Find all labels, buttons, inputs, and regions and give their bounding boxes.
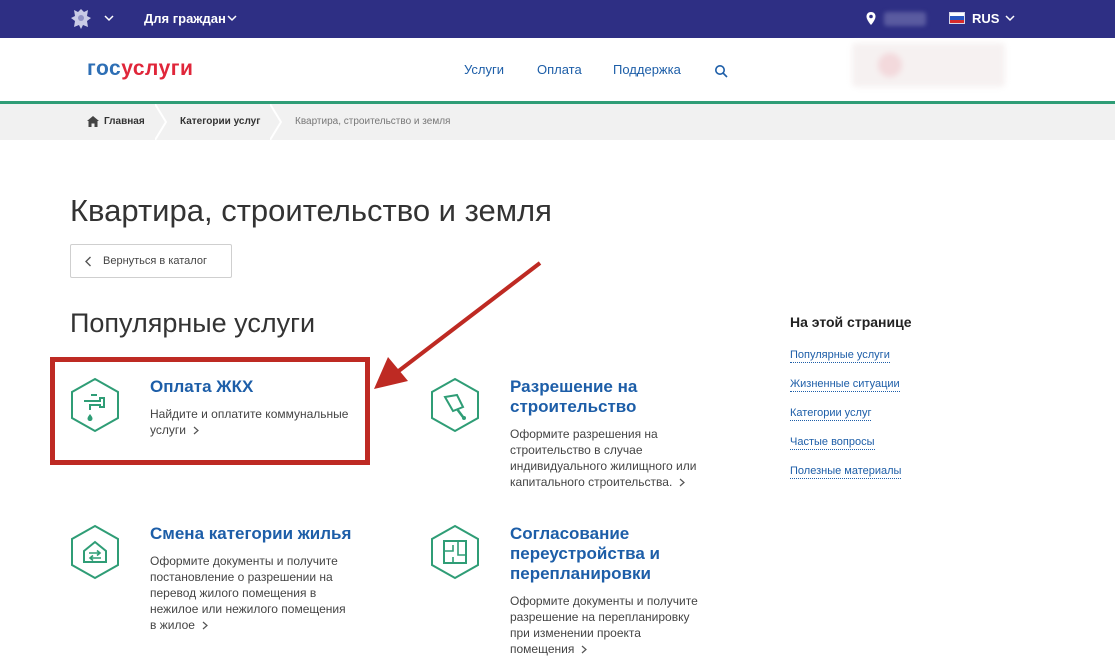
card-title[interactable]: Смена категории жилья bbox=[150, 524, 351, 544]
card-title[interactable]: Согласование переустройства и перепланир… bbox=[510, 524, 660, 584]
card-title-line: Согласование bbox=[510, 524, 630, 543]
sidebar-link-popular[interactable]: Популярные услуги bbox=[790, 349, 890, 363]
chevron-down-icon[interactable] bbox=[1004, 12, 1016, 24]
floor-plan-icon bbox=[431, 524, 479, 580]
nav-support[interactable]: Поддержка bbox=[613, 62, 681, 77]
card-desc-line: при изменении проекта bbox=[510, 626, 641, 640]
location-blurred[interactable] bbox=[884, 12, 926, 26]
nav-payment[interactable]: Оплата bbox=[537, 62, 582, 77]
logo-part-uslugi: услуги bbox=[121, 57, 194, 80]
breadcrumb-separator bbox=[270, 104, 282, 140]
russia-flag-icon bbox=[949, 12, 965, 24]
breadcrumb-categories[interactable]: Категории услуг bbox=[180, 116, 260, 127]
chevron-right-icon[interactable] bbox=[581, 645, 588, 654]
chevron-right-icon[interactable] bbox=[679, 478, 686, 487]
chevron-left-icon bbox=[85, 256, 91, 267]
card-desc-line: разрешение на перепланировку bbox=[510, 610, 690, 624]
card-description: Оформите разрешения на строительство в с… bbox=[510, 426, 696, 490]
card-desc-line: индивидуального жилищного или bbox=[510, 459, 697, 473]
breadcrumb-current: Квартира, строительство и земля bbox=[295, 116, 451, 127]
coat-of-arms-icon[interactable] bbox=[68, 6, 94, 32]
page-title: Квартира, строительство и земля bbox=[70, 193, 552, 228]
nav-services[interactable]: Услуги bbox=[464, 62, 504, 77]
house-exchange-icon bbox=[71, 524, 119, 580]
sidebar-link-faq[interactable]: Частые вопросы bbox=[790, 436, 875, 450]
card-desc-line: помещения bbox=[510, 642, 575, 656]
breadcrumb: Главная Категории услуг Квартира, строит… bbox=[0, 104, 1115, 140]
card-desc-line: нежилое или нежилого помещения bbox=[150, 602, 346, 616]
popular-services-title: Популярные услуги bbox=[70, 308, 316, 338]
language-selector[interactable]: RUS bbox=[972, 11, 999, 26]
card-title-line: Смена категории жилья bbox=[150, 524, 352, 543]
site-header: госуслуги Услуги Оплата Поддержка bbox=[0, 38, 1115, 104]
card-desc-line: капитального строительства. bbox=[510, 475, 673, 489]
breadcrumb-separator bbox=[155, 104, 167, 140]
card-desc-line: строительство в случае bbox=[510, 443, 643, 457]
chevron-right-icon[interactable] bbox=[202, 621, 208, 630]
chevron-down-icon[interactable] bbox=[103, 12, 115, 24]
back-to-catalog-button[interactable]: Вернуться в каталог bbox=[70, 244, 232, 278]
card-desc-line: Оформите документы и получите bbox=[510, 594, 698, 608]
sidebar-link-life-situations[interactable]: Жизненные ситуации bbox=[790, 378, 900, 392]
top-bar: Для граждан RUS bbox=[0, 0, 1115, 38]
location-pin-icon[interactable] bbox=[865, 11, 877, 27]
search-icon[interactable] bbox=[714, 64, 728, 78]
section-selector[interactable]: Для граждан bbox=[144, 11, 226, 26]
home-icon[interactable] bbox=[87, 116, 99, 127]
card-desc-line: Оформите разрешения на bbox=[510, 427, 658, 441]
card-description: Оформите документы и получите разрешение… bbox=[510, 593, 698, 657]
card-title-line: переустройства и bbox=[510, 544, 661, 563]
on-this-page-title: На этой странице bbox=[790, 314, 912, 330]
red-arrow-annotation bbox=[374, 261, 542, 389]
sidebar-link-categories[interactable]: Категории услуг bbox=[790, 407, 872, 421]
gosuslugi-logo[interactable]: госуслуги bbox=[87, 57, 193, 81]
back-button-label: Вернуться в каталог bbox=[103, 255, 207, 267]
logo-part-gos: гос bbox=[87, 57, 122, 80]
highlight-box-annotation bbox=[50, 357, 370, 465]
card-desc-line: постановление о разрешении на bbox=[150, 570, 333, 584]
breadcrumb-home[interactable]: Главная bbox=[104, 116, 145, 127]
sidebar-link-materials[interactable]: Полезные материалы bbox=[790, 465, 902, 479]
card-desc-line: Оформите документы и получите bbox=[150, 554, 338, 568]
chevron-down-icon[interactable] bbox=[226, 12, 238, 24]
user-profile-blurred[interactable] bbox=[852, 43, 1005, 87]
card-title-line: перепланировки bbox=[510, 564, 651, 583]
card-description: Оформите документы и получите постановле… bbox=[150, 553, 346, 633]
card-desc-line: в жилое bbox=[150, 618, 195, 632]
card-desc-line: перевод жилого помещения в bbox=[150, 586, 317, 600]
